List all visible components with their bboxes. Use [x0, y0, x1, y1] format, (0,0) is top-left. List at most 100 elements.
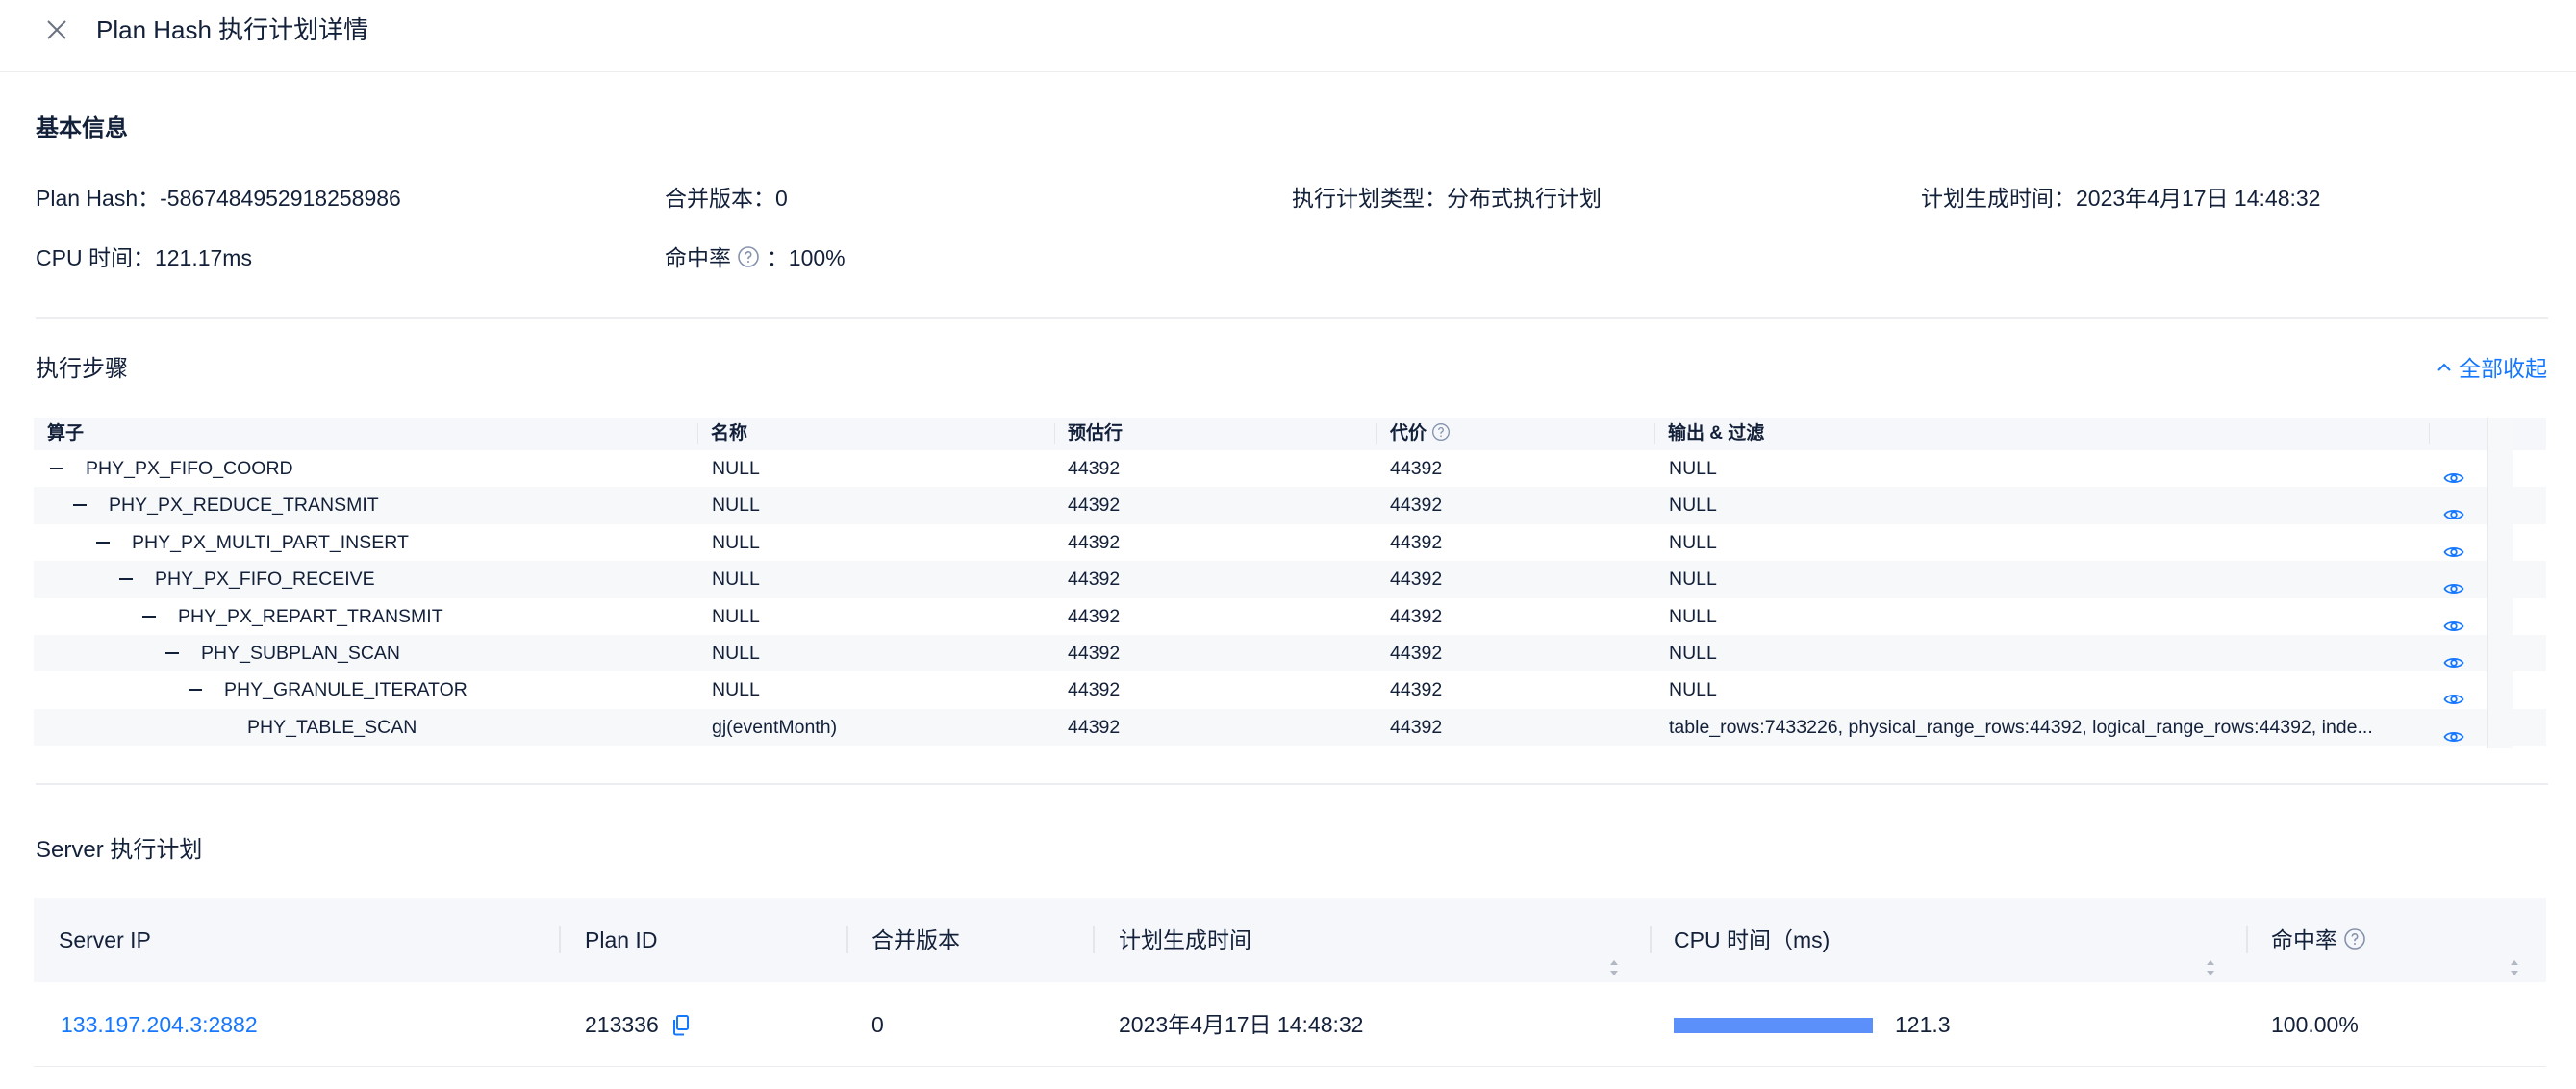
name-cell: NULL [712, 642, 760, 664]
basic-info-title: 基本信息 [36, 115, 128, 141]
col-cpu-time[interactable]: CPU 时间（ms) [1674, 898, 1830, 982]
output-filter-cell: NULL [1669, 494, 1717, 517]
col-cost: 代价 [1376, 418, 1451, 450]
gen-time-cell: 2023年4月17日 14:48:32 [1119, 1012, 1364, 1037]
table-row: PHY_PX_FIFO_RECEIVE NULL 44392 44392 NULL [34, 561, 2546, 598]
close-icon[interactable] [44, 17, 69, 42]
table-row: PHY_GRANULE_ITERATOR NULL 44392 44392 NULL [34, 671, 2546, 708]
col-name: 名称 [711, 423, 748, 443]
collapse-icon[interactable] [165, 651, 179, 654]
hit-rate-label: 命中率 [665, 245, 731, 270]
col-output: 输出 & 过滤 [1668, 423, 1765, 443]
operator-cell: PHY_PX_REDUCE_TRANSMIT [109, 494, 379, 517]
cost-cell: 44392 [1390, 679, 1443, 701]
collapse-icon[interactable] [50, 468, 63, 469]
col-operator: 算子 [47, 423, 85, 443]
table-row: PHY_PX_MULTI_PART_INSERT NULL 44392 44392 NU… [34, 524, 2546, 561]
operator-cell: PHY_PX_FIFO_COORD [86, 458, 293, 479]
output-filter-cell: NULL [1669, 569, 1717, 591]
collapse-icon[interactable] [189, 689, 202, 692]
cost-cell: 44392 [1390, 569, 1443, 591]
name-cell: NULL [712, 531, 760, 553]
name-cell: NULL [712, 494, 760, 517]
question-circle-icon[interactable] [1431, 420, 1451, 453]
est-rows-cell: 44392 [1068, 716, 1121, 738]
collapse-all-button[interactable]: 全部收起 [2436, 353, 2547, 384]
table-row: 133.197.204.3:2882 213336 0 2023年4月17日 1… [34, 982, 2546, 1067]
cost-cell: 44392 [1390, 531, 1443, 553]
collapse-icon[interactable] [119, 578, 133, 581]
est-rows-cell: 44392 [1068, 531, 1121, 553]
table-row: PHY_PX_FIFO_COORD NULL 44392 44392 NULL [34, 450, 2546, 487]
column-divider [1650, 926, 1652, 953]
column-divider [559, 926, 561, 953]
cpu-time-bar [1674, 1018, 1873, 1033]
server-plan-title: Server 执行计划 [36, 837, 203, 863]
cost-cell: 44392 [1390, 494, 1443, 517]
plan-id-cell: 213336 [585, 982, 690, 1071]
server-ip-link[interactable]: 133.197.204.3:2882 [61, 982, 258, 1067]
hit-rate-value: ：100% [766, 245, 846, 270]
cpu-time-cell: 121.3 [1895, 1012, 1951, 1037]
name-cell: NULL [712, 458, 760, 479]
gen-time-value: 计划生成时间：2023年4月17日 14:48:32 [1921, 186, 2321, 211]
est-rows-cell: 44392 [1068, 494, 1121, 517]
table-row: PHY_SUBPLAN_SCAN NULL 44392 44392 NULL [34, 634, 2546, 672]
question-circle-icon[interactable] [737, 245, 760, 276]
collapse-icon[interactable] [142, 615, 156, 618]
operator-cell: PHY_SUBPLAN_SCAN [201, 642, 400, 664]
output-filter-cell: NULL [1669, 531, 1717, 553]
steps-table: 算子 名称 预估行 代价 输出 & 过滤 PHY_PX_FIFO_COORD NU… [34, 418, 2546, 747]
column-divider [2429, 423, 2430, 444]
collapse-icon[interactable] [96, 541, 110, 544]
server-table: Server IP Plan ID 合并版本 计划生成时间 CPU 时间（ms)… [34, 898, 2546, 1067]
col-hit-rate[interactable]: 命中率 [2271, 898, 2366, 982]
est-rows-cell: 44392 [1068, 458, 1121, 479]
col-est-rows: 预估行 [1068, 423, 1124, 443]
est-rows-cell: 44392 [1068, 569, 1121, 591]
copy-icon[interactable] [672, 986, 690, 1071]
operator-cell: PHY_GRANULE_ITERATOR [224, 679, 467, 701]
col-cost-label: 代价 [1390, 423, 1427, 443]
chevron-up-icon [2436, 353, 2453, 384]
output-filter-cell: NULL [1669, 642, 1717, 664]
table-row: PHY_PX_REDUCE_TRANSMIT NULL 44392 44392 NULL [34, 487, 2546, 524]
name-cell: NULL [712, 679, 760, 701]
cost-cell: 44392 [1390, 716, 1443, 738]
eye-icon[interactable] [2443, 721, 2464, 757]
question-circle-icon[interactable] [2343, 900, 2366, 985]
name-cell: NULL [712, 605, 760, 627]
cost-cell: 44392 [1390, 605, 1443, 627]
operator-cell: PHY_PX_MULTI_PART_INSERT [132, 531, 409, 553]
col-merge-version: 合并版本 [871, 927, 960, 952]
collapse-icon[interactable] [73, 504, 87, 507]
drawer-title: Plan Hash 执行计划详情 [96, 15, 369, 44]
divider [36, 317, 2548, 319]
steps-table-header: 算子 名称 预估行 代价 输出 & 过滤 [34, 418, 2546, 450]
table-row: PHY_PX_REPART_TRANSMIT NULL 44392 44392 NULL [34, 598, 2546, 635]
col-server-ip: Server IP [59, 927, 151, 952]
output-filter-cell: NULL [1669, 605, 1717, 627]
col-plan-id: Plan ID [585, 927, 658, 952]
operator-cell: PHY_PX_FIFO_RECEIVE [155, 569, 375, 591]
table-scrollbar[interactable] [2487, 418, 2513, 748]
col-hit-rate-label: 命中率 [2271, 927, 2337, 952]
col-gen-time[interactable]: 计划生成时间 [1119, 898, 1251, 982]
output-filter-cell: NULL [1669, 458, 1717, 479]
merge-version-value: 合并版本：0 [665, 186, 788, 211]
drawer-header: Plan Hash 执行计划详情 [0, 0, 2576, 72]
cost-cell: 44392 [1390, 458, 1443, 479]
operator-cell: PHY_TABLE_SCAN [247, 716, 417, 738]
column-divider [846, 926, 848, 953]
plan-type-value: 执行计划类型：分布式执行计划 [1292, 186, 1602, 211]
operator-cell: PHY_PX_REPART_TRANSMIT [178, 605, 443, 627]
collapse-all-label: 全部收起 [2459, 356, 2547, 381]
cpu-time-value: CPU 时间：121.17ms [36, 245, 252, 270]
column-divider [1093, 926, 1095, 953]
hit-rate-info: 命中率 ：100% [665, 242, 846, 276]
cost-cell: 44392 [1390, 642, 1443, 664]
name-cell: gj(eventMonth) [712, 716, 838, 738]
column-divider [2246, 926, 2248, 953]
steps-table-body: PHY_PX_FIFO_COORD NULL 44392 44392 NULL PHY_P… [34, 450, 2546, 747]
name-cell: NULL [712, 569, 760, 591]
